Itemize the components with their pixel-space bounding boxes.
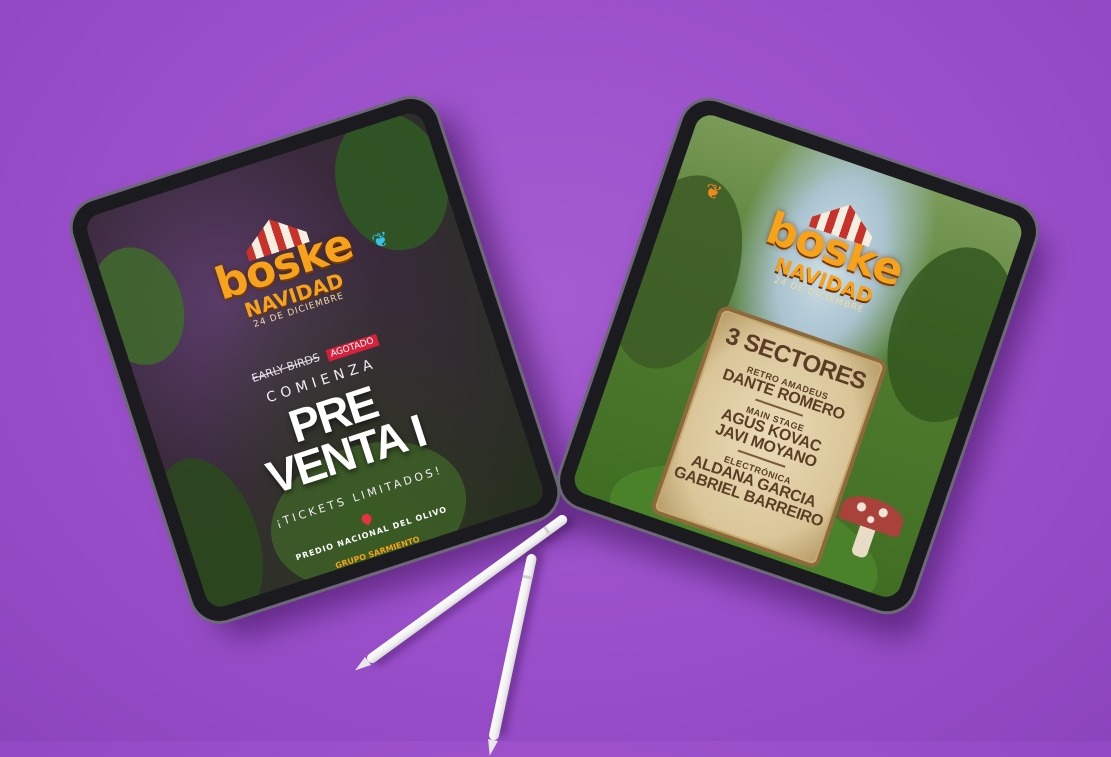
boske-logo: boske NAVIDAD 24 DE DICIEMBRE <box>751 182 917 323</box>
pencil-band <box>522 574 533 580</box>
stylus-pencil <box>484 553 538 757</box>
pencil-tip <box>352 656 371 675</box>
poster-sectores: boske NAVIDAD 24 DE DICIEMBRE ❦ 3 SECTOR… <box>570 110 1026 602</box>
tablet-right: boske NAVIDAD 24 DE DICIEMBRE ❦ 3 SECTOR… <box>552 93 1044 619</box>
pencil-tip <box>484 738 498 757</box>
desk-scene: boske NAVIDAD 24 DE DICIEMBRE ❦ EARLY BI… <box>0 0 1111 757</box>
foliage-shape <box>83 235 200 378</box>
pencil-band <box>543 525 552 536</box>
boske-logo: boske NAVIDAD 24 DE DICIEMBRE <box>202 197 367 337</box>
tablet-left: boske NAVIDAD 24 DE DICIEMBRE ❦ EARLY BI… <box>65 91 565 629</box>
poster-preventa: boske NAVIDAD 24 DE DICIEMBRE ❦ EARLY BI… <box>83 109 547 611</box>
